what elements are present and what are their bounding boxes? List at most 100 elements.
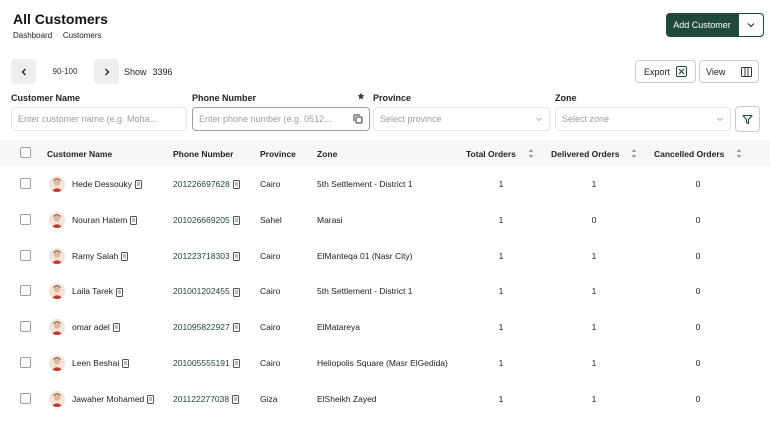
customer-name: Hede Dessouky: [72, 179, 133, 189]
prev-page-button[interactable]: [11, 59, 36, 84]
copy-icon[interactable]: [112, 323, 120, 333]
copy-icon[interactable]: [232, 287, 240, 297]
total-orders-cell: 1: [498, 322, 504, 333]
column-phone-number[interactable]: Phone Number: [173, 149, 233, 159]
copy-icon[interactable]: [115, 287, 123, 297]
phone-number-link[interactable]: 201001202455: [173, 286, 230, 296]
filter-button[interactable]: [735, 106, 760, 132]
province-select[interactable]: Select province: [373, 107, 550, 131]
row-checkbox[interactable]: [20, 285, 31, 297]
total-orders-cell: 1: [498, 286, 504, 297]
copy-icon[interactable]: [232, 180, 240, 190]
breadcrumb-separator: ·: [56, 31, 59, 40]
copy-icon[interactable]: [232, 251, 240, 261]
total-orders-cell: 1: [498, 250, 504, 261]
delivered-orders-cell: 1: [591, 393, 597, 404]
column-cancelled-orders[interactable]: Cancelled Orders: [654, 149, 724, 159]
customer-name-cell[interactable]: Ramy Salah: [72, 251, 129, 261]
column-total-orders[interactable]: Total Orders: [466, 149, 516, 159]
row-checkbox[interactable]: [20, 357, 31, 368]
zone-select[interactable]: Select zone: [555, 107, 731, 131]
province-cell: Giza: [260, 393, 278, 404]
view-button[interactable]: View: [699, 60, 759, 83]
row-checkbox[interactable]: [20, 213, 31, 225]
row-checkbox[interactable]: [20, 249, 31, 261]
sort-icon[interactable]: [528, 148, 534, 159]
delivered-orders-cell: 1: [591, 322, 597, 333]
customer-name-input[interactable]: Enter customer name (e.g. Moha...: [11, 107, 187, 131]
chevron-down-icon: [536, 117, 542, 122]
column-delivered-orders[interactable]: Delivered Orders: [551, 149, 620, 159]
province-cell: Cairo: [260, 322, 281, 333]
copy-icon[interactable]: [122, 359, 130, 369]
cancelled-orders-cell: 0: [695, 322, 701, 333]
delivered-orders-cell: 1: [591, 358, 597, 368]
avatar: [49, 211, 65, 228]
column-province[interactable]: Province: [260, 149, 296, 159]
customer-name-cell[interactable]: Jawaher Mohamed: [72, 393, 155, 405]
sort-icon[interactable]: [631, 148, 637, 159]
column-zone[interactable]: Zone: [317, 149, 337, 159]
customer-name: Laila Tarek: [72, 286, 113, 297]
cancelled-orders-cell: 0: [695, 250, 701, 261]
select-all-checkbox[interactable]: [20, 147, 31, 158]
copy-icon[interactable]: [232, 359, 240, 369]
province-cell: Cairo: [260, 286, 281, 297]
total-orders-cell: 1: [498, 214, 504, 225]
customer-name: Jawaher Mohamed: [72, 393, 145, 404]
phone-number-cell: 201095822927: [173, 322, 240, 333]
view-label: View: [706, 66, 726, 77]
row-checkbox[interactable]: [20, 321, 31, 333]
phone-number-link[interactable]: 201122277038: [173, 394, 229, 404]
chevron-right-icon: [104, 68, 109, 75]
customer-name-label: Customer Name: [11, 93, 81, 103]
phone-number-input[interactable]: Enter phone number (e.g. 0512...: [192, 107, 370, 131]
chevron-left-icon: [21, 68, 26, 75]
copy-icon[interactable]: [232, 323, 240, 333]
customer-name-cell[interactable]: Nouran Hatem: [72, 215, 138, 226]
copy-icon[interactable]: [135, 180, 143, 190]
copy-icon[interactable]: [121, 251, 129, 261]
copy-icon[interactable]: [232, 216, 240, 226]
phone-number-cell: 201001202455: [173, 286, 240, 297]
add-customer-dropdown-button[interactable]: [738, 13, 764, 37]
zone-cell: 5th Settlement - District 1: [317, 179, 413, 189]
sort-icon[interactable]: [736, 148, 742, 159]
copy-icon[interactable]: [147, 395, 155, 405]
phone-number-link[interactable]: 201026669205: [173, 215, 230, 225]
columns-icon: [741, 66, 752, 77]
column-customer-name[interactable]: Customer Name: [47, 149, 112, 159]
next-page-button[interactable]: [94, 59, 119, 84]
phone-number-link[interactable]: 201226697628: [173, 179, 230, 189]
delivered-orders-cell: 1: [591, 286, 597, 297]
cancelled-orders-cell: 0: [695, 179, 701, 189]
breadcrumb-customers: Customers: [62, 31, 102, 40]
export-label: Export: [643, 66, 670, 77]
copy-icon[interactable]: [353, 114, 363, 124]
zone-placeholder: Select zone: [562, 114, 610, 124]
phone-number-link[interactable]: 201005555191: [173, 358, 230, 368]
province-cell: Sahel: [260, 214, 282, 225]
filter-icon: [742, 114, 753, 124]
customer-name-cell[interactable]: omar adel: [72, 322, 120, 333]
breadcrumb: Dashboard · Customers: [13, 31, 102, 40]
phone-number-link[interactable]: 201095822927: [173, 322, 230, 332]
customer-name-cell[interactable]: Hede Dessouky: [72, 179, 143, 190]
copy-icon[interactable]: [130, 216, 138, 226]
customer-name-cell[interactable]: Leen Beshai: [72, 358, 130, 369]
breadcrumb-dashboard[interactable]: Dashboard: [13, 31, 52, 40]
export-button[interactable]: Export: [635, 60, 696, 83]
zone-cell: ElManteqa 01 (Nasr City): [317, 250, 413, 261]
customer-name-cell[interactable]: Laila Tarek: [72, 286, 123, 297]
row-checkbox[interactable]: [20, 178, 31, 189]
delivered-orders-cell: 1: [591, 179, 597, 189]
total-count: 3396: [152, 66, 173, 77]
zone-cell: ElMatareya: [317, 322, 360, 333]
phone-number-link[interactable]: 201223718303: [173, 251, 230, 261]
copy-icon[interactable]: [232, 395, 240, 405]
avatar: [49, 176, 65, 192]
add-customer-button[interactable]: Add Customer: [666, 20, 738, 30]
row-checkbox[interactable]: [20, 392, 31, 404]
delivered-orders-cell: 0: [591, 214, 597, 225]
province-cell: Cairo: [260, 358, 281, 368]
